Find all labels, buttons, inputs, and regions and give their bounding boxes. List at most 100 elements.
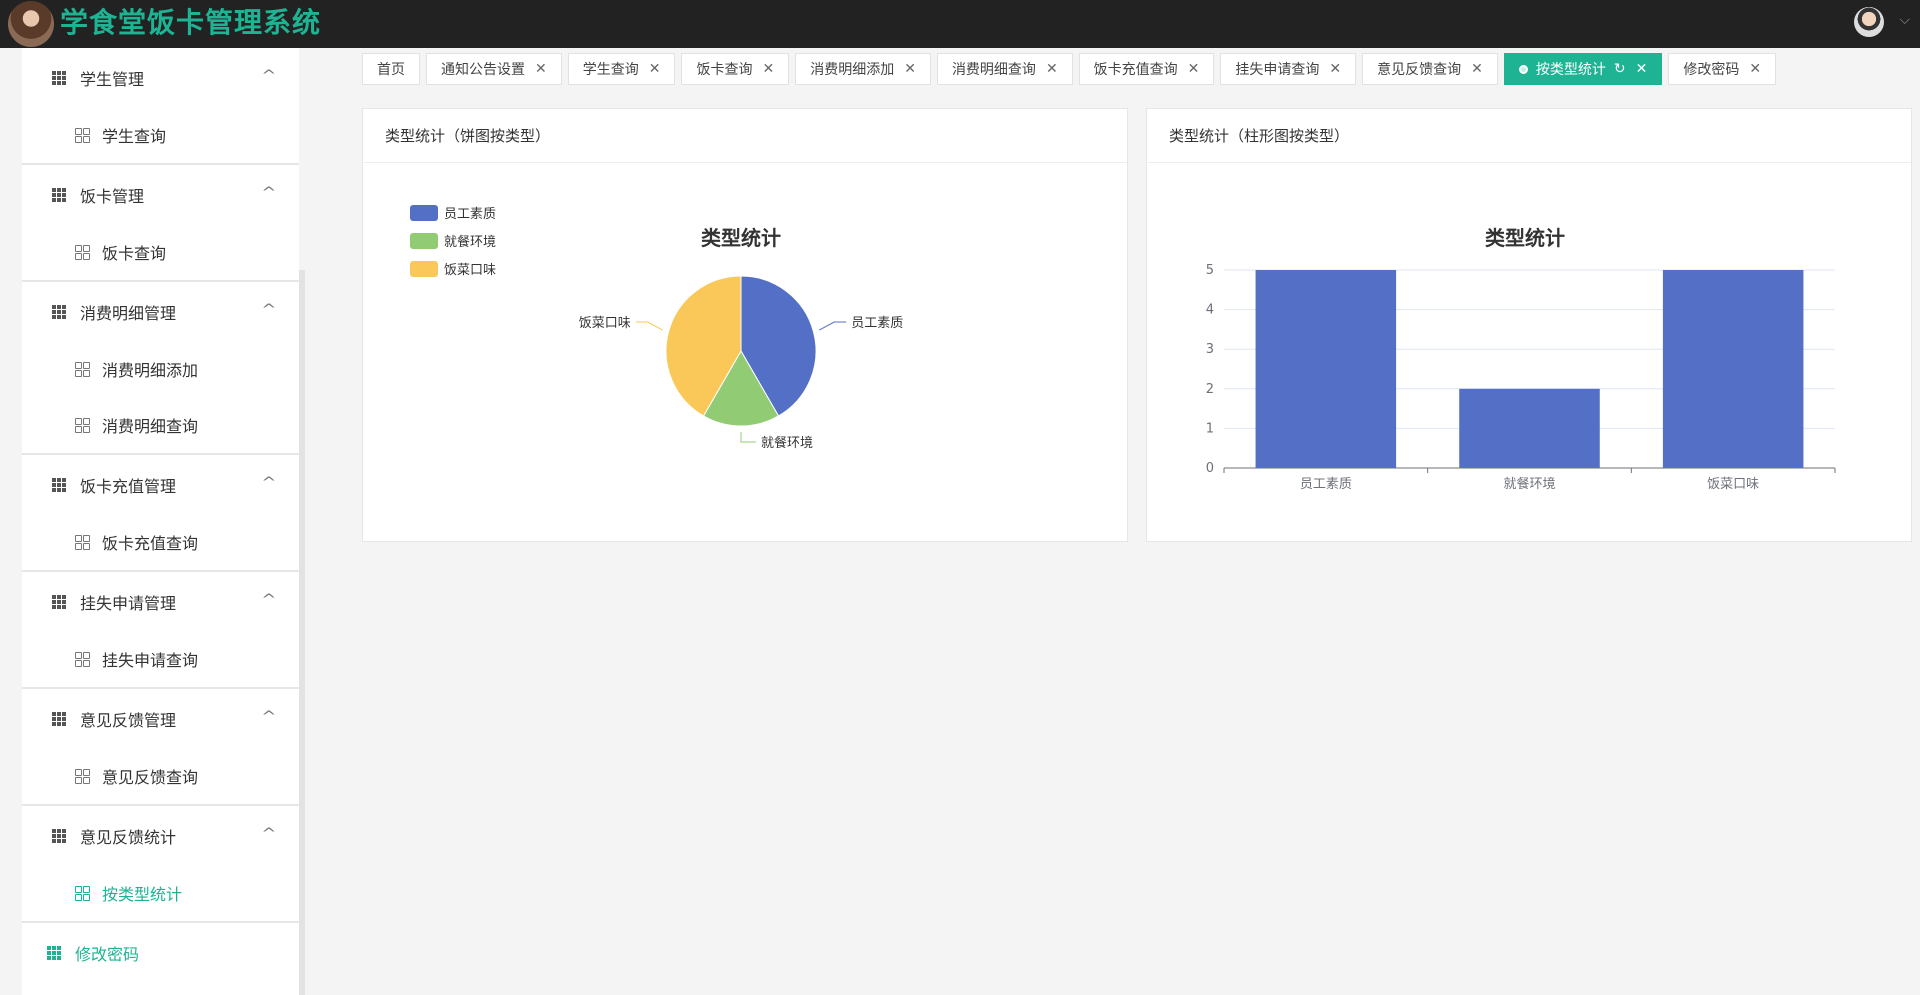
sidebar-group-header[interactable]: 学生管理 ^ bbox=[22, 48, 299, 107]
tab-label: 修改密码 bbox=[1683, 62, 1740, 78]
sidebar-item[interactable]: 挂失申请查询 bbox=[22, 631, 299, 687]
pie-slice-label: 饭菜口味 bbox=[579, 316, 631, 331]
grid-icon bbox=[47, 945, 61, 960]
tab[interactable]: 饭卡充值查询 ✕ bbox=[1078, 53, 1215, 85]
chevron-up-icon[interactable]: ^ bbox=[262, 185, 277, 201]
apps-icon bbox=[75, 535, 90, 550]
sidebar-group-label: 饭卡管理 bbox=[80, 186, 145, 206]
grid-icon bbox=[52, 594, 66, 609]
chevron-up-icon[interactable]: ^ bbox=[262, 68, 277, 84]
apps-icon bbox=[75, 886, 90, 901]
sidebar-group-header[interactable]: 消费明细管理 ^ bbox=[22, 282, 299, 341]
chevron-up-icon[interactable]: ^ bbox=[262, 826, 277, 842]
bar[interactable] bbox=[1662, 270, 1804, 468]
pie-chart-card: 类型统计（饼图按类型） 类型统计 员工素质 就餐环境 饭菜口味 员工素质 就餐环境 饭菜口味 bbox=[362, 108, 1128, 542]
sidebar-item[interactable]: 饭卡充值查询 bbox=[22, 514, 299, 570]
apps-icon bbox=[75, 362, 90, 377]
close-icon[interactable]: ✕ bbox=[904, 61, 916, 77]
tab-label: 通知公告设置 bbox=[441, 62, 525, 78]
tab[interactable]: 挂失申请查询 ✕ bbox=[1220, 53, 1357, 85]
legend-swatch[interactable] bbox=[410, 205, 438, 221]
logo-avatar bbox=[8, 1, 54, 47]
pie-label-line bbox=[740, 432, 756, 443]
tab[interactable]: 意见反馈查询 ✕ bbox=[1362, 53, 1498, 85]
chevron-down-icon[interactable]: ⌵ bbox=[1899, 12, 1910, 28]
pie-label-line bbox=[819, 321, 847, 331]
grid-icon bbox=[52, 828, 66, 843]
legend-swatch[interactable] bbox=[410, 261, 438, 277]
sidebar-item[interactable]: 意见反馈查询 bbox=[22, 748, 299, 804]
apps-icon bbox=[75, 769, 90, 784]
sidebar-group: 饭卡管理 ^ 饭卡查询 bbox=[22, 165, 299, 282]
grid-icon bbox=[52, 477, 66, 492]
sidebar-item-label: 按类型统计 bbox=[102, 885, 183, 904]
apps-icon bbox=[75, 128, 90, 143]
sidebar-group-label: 意见反馈统计 bbox=[80, 827, 177, 847]
pie-chart-title: 类型统计 bbox=[701, 226, 781, 250]
sidebar-group-header[interactable]: 意见反馈管理 ^ bbox=[22, 689, 299, 748]
sidebar-group-header[interactable]: 饭卡充值管理 ^ bbox=[22, 455, 299, 514]
close-icon[interactable]: ✕ bbox=[1471, 61, 1483, 77]
close-icon[interactable]: ✕ bbox=[1749, 61, 1761, 77]
sidebar-item-label: 学生查询 bbox=[102, 127, 167, 146]
sidebar-group: 挂失申请管理 ^ 挂失申请查询 bbox=[22, 572, 299, 689]
tab[interactable]: 消费明细添加 ✕ bbox=[795, 53, 931, 85]
refresh-icon[interactable]: ↻ bbox=[1614, 61, 1626, 77]
bar[interactable] bbox=[1255, 270, 1397, 468]
tab[interactable]: 消费明细查询 ✕ bbox=[936, 53, 1073, 85]
tab[interactable]: 饭卡查询 ✕ bbox=[681, 53, 790, 85]
chevron-up-icon[interactable]: ^ bbox=[262, 475, 277, 491]
chevron-up-icon[interactable]: ^ bbox=[262, 592, 277, 608]
sidebar-item-label: 挂失申请查询 bbox=[102, 651, 199, 670]
app-title: 学食堂饭卡管理系统 bbox=[60, 6, 322, 39]
sidebar-item[interactable]: 学生查询 bbox=[22, 107, 299, 163]
tab[interactable]: 修改密码 ✕ bbox=[1668, 53, 1777, 85]
close-icon[interactable]: ✕ bbox=[1329, 61, 1341, 77]
bar-chart-title: 类型统计 bbox=[1485, 226, 1565, 250]
active-dot-icon bbox=[1518, 64, 1528, 74]
legend-label[interactable]: 饭菜口味 bbox=[444, 263, 496, 278]
legend-swatch[interactable] bbox=[410, 233, 438, 249]
tab[interactable]: 首页 bbox=[362, 53, 420, 85]
close-icon[interactable]: ✕ bbox=[649, 61, 661, 77]
y-tick-label: 3 bbox=[1206, 342, 1214, 357]
sidebar-group: 学生管理 ^ 学生查询 bbox=[22, 48, 299, 165]
top-header-bar: 学食堂饭卡管理系统 ⌵ bbox=[0, 0, 1920, 48]
user-avatar[interactable] bbox=[1854, 7, 1884, 37]
sidebar-item[interactable]: 消费明细查询 bbox=[22, 397, 299, 453]
sidebar-item-label: 意见反馈查询 bbox=[102, 768, 199, 787]
close-icon[interactable]: ✕ bbox=[535, 61, 547, 77]
tab[interactable]: 按类型统计 ↻ ✕ bbox=[1503, 53, 1663, 85]
sidebar-item-change-password[interactable]: 修改密码 bbox=[22, 923, 299, 982]
sidebar-group-header[interactable]: 意见反馈统计 ^ bbox=[22, 806, 299, 865]
legend-label[interactable]: 员工素质 bbox=[444, 207, 496, 222]
sidebar-item[interactable]: 消费明细添加 bbox=[22, 341, 299, 397]
sidebar-item[interactable]: 饭卡查询 bbox=[22, 224, 299, 280]
tab-label: 饭卡查询 bbox=[696, 62, 753, 78]
grid-icon bbox=[52, 70, 66, 85]
tab-label: 首页 bbox=[377, 62, 405, 78]
sidebar-group-header[interactable]: 挂失申请管理 ^ bbox=[22, 572, 299, 631]
sidebar-group-header[interactable]: 饭卡管理 ^ bbox=[22, 165, 299, 224]
legend-label[interactable]: 就餐环境 bbox=[444, 234, 496, 250]
sidebar-group-label: 意见反馈管理 bbox=[80, 710, 177, 730]
chevron-up-icon[interactable]: ^ bbox=[262, 709, 277, 725]
sidebar-item-label: 消费明细添加 bbox=[102, 361, 199, 380]
sidebar-item-label: 饭卡查询 bbox=[102, 244, 167, 263]
chevron-up-icon[interactable]: ^ bbox=[262, 302, 277, 318]
close-icon[interactable]: ✕ bbox=[1046, 61, 1058, 77]
sidebar-item-label: 饭卡充值查询 bbox=[102, 534, 199, 553]
tab[interactable]: 通知公告设置 ✕ bbox=[426, 53, 562, 85]
close-icon[interactable]: ✕ bbox=[1188, 61, 1200, 77]
tab-label: 挂失申请查询 bbox=[1235, 62, 1320, 78]
sidebar-item[interactable]: 按类型统计 bbox=[22, 865, 299, 921]
sidebar-scrollbar[interactable] bbox=[299, 270, 305, 995]
close-icon[interactable]: ✕ bbox=[762, 61, 774, 77]
sidebar-group-label: 消费明细管理 bbox=[80, 303, 177, 323]
pie-slice-label: 就餐环境 bbox=[761, 435, 813, 451]
bar-chart-card: 类型统计（柱形图按类型） 类型统计 0 1 2 3 4 5 员工素质 就餐环境 饭菜口味 bbox=[1146, 108, 1912, 542]
tab[interactable]: 学生查询 ✕ bbox=[567, 53, 676, 85]
y-tick-label: 0 bbox=[1206, 461, 1214, 476]
bar[interactable] bbox=[1459, 388, 1600, 468]
close-icon[interactable]: ✕ bbox=[1636, 61, 1648, 77]
